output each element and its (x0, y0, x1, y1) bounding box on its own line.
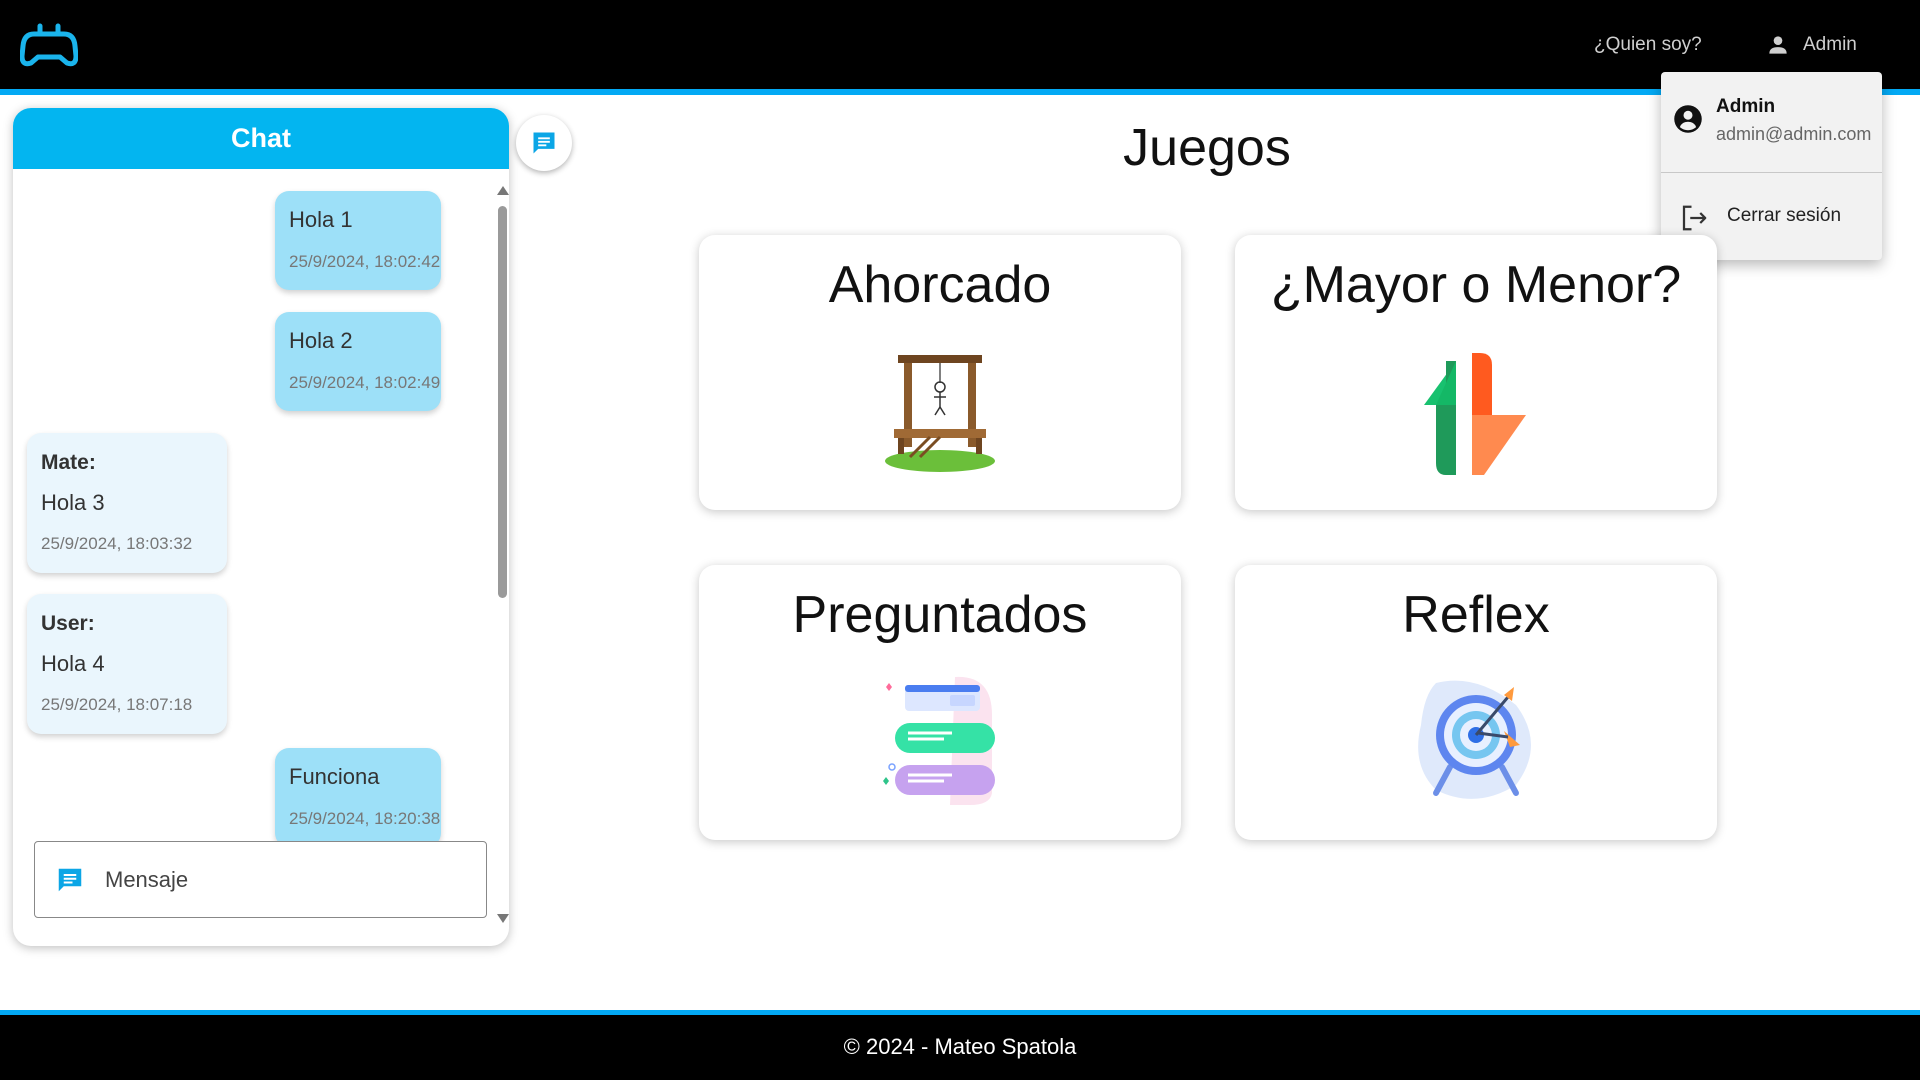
footer: © 2024 - Mateo Spatola (0, 1010, 1920, 1080)
chat-message-time: 25/9/2024, 18:03:32 (41, 534, 193, 553)
chat-toggle-button[interactable] (516, 115, 572, 171)
chat-message-time: 25/9/2024, 18:02:49 (289, 373, 441, 392)
scroll-thumb[interactable] (498, 206, 507, 598)
logout-icon (1682, 205, 1707, 231)
top-navbar: ¿Quien soy? Admin (0, 0, 1920, 95)
menu-user-name: Admin (1716, 96, 1776, 117)
menu-user-info: Admin admin@admin.com (1661, 72, 1882, 172)
chat-message: Mate: Hola 3 25/9/2024, 18:03:32 (27, 433, 227, 573)
game-title: Ahorcado (828, 256, 1052, 314)
person-icon (1769, 36, 1787, 54)
user-menu: Admin admin@admin.com Cerrar sesión (1661, 72, 1882, 260)
quiz-icon (883, 676, 995, 805)
game-title: ¿Mayor o Menor? (1270, 256, 1682, 314)
menu-user-email: admin@admin.com (1716, 124, 1872, 144)
chat-message-text: Funciona (289, 764, 380, 789)
game-card-preguntados[interactable]: Preguntados (699, 565, 1181, 840)
game-card-ahorcado[interactable]: Ahorcado (699, 235, 1181, 510)
page-title: Juegos (1123, 119, 1291, 177)
chat-message-text: Hola 2 (289, 328, 353, 353)
scroll-down-arrow-icon[interactable] (497, 914, 509, 923)
message-icon (533, 132, 555, 154)
chat-message-text: Hola 1 (289, 207, 353, 232)
account-circle-icon (1674, 105, 1702, 133)
chat-message-author: User: (41, 612, 95, 635)
nav-whoami-link[interactable]: ¿Quien soy? (1594, 30, 1702, 60)
chat-message: Hola 1 25/9/2024, 18:02:42 (275, 191, 441, 290)
chat-message-text: Hola 4 (41, 651, 105, 676)
game-title: Preguntados (792, 586, 1088, 644)
nav-user-button[interactable]: Admin (1765, 30, 1857, 60)
chat-message-field[interactable] (34, 841, 487, 918)
game-title: Reflex (1402, 586, 1550, 644)
chat-message-time: 25/9/2024, 18:20:38 (289, 809, 441, 828)
chat-message-time: 25/9/2024, 18:07:18 (41, 695, 193, 714)
logout-label: Cerrar sesión (1727, 205, 1842, 226)
chat-message-list[interactable]: Hola 1 25/9/2024, 18:02:42 Hola 2 25/9/2… (13, 169, 491, 929)
chat-message: Funciona 25/9/2024, 18:20:38 (275, 748, 441, 847)
chat-message: Hola 2 25/9/2024, 18:02:49 (275, 312, 441, 411)
footer-copyright: © 2024 - Mateo Spatola (843, 1034, 1077, 1059)
chat-scrollbar[interactable] (493, 176, 509, 932)
chat-message-text: Hola 3 (41, 490, 105, 515)
gallows-icon (885, 355, 995, 472)
scroll-up-arrow-icon[interactable] (497, 186, 509, 195)
game-card-mayor-menor[interactable]: ¿Mayor o Menor? (1235, 235, 1717, 510)
nav-user-label: Admin (1803, 34, 1857, 55)
chat-title: Chat (13, 108, 509, 169)
target-icon (1418, 680, 1531, 799)
chat-message-author: Mate: (41, 451, 96, 474)
chat-message: User: Hola 4 25/9/2024, 18:07:18 (27, 594, 227, 734)
chat-message-input[interactable] (105, 860, 465, 900)
chat-message-time: 25/9/2024, 18:02:42 (289, 252, 441, 271)
gamepad-icon[interactable] (20, 20, 78, 70)
game-card-reflex[interactable]: Reflex (1235, 565, 1717, 840)
app-page: ¿Quien soy? Admin Admin admin@admin.com (0, 0, 1920, 1080)
message-icon (58, 868, 82, 892)
up-down-arrows-icon (1424, 353, 1526, 475)
chat-panel: Chat Hola 1 25/9/2024, 18:02:42 Hola 2 2… (13, 108, 509, 946)
